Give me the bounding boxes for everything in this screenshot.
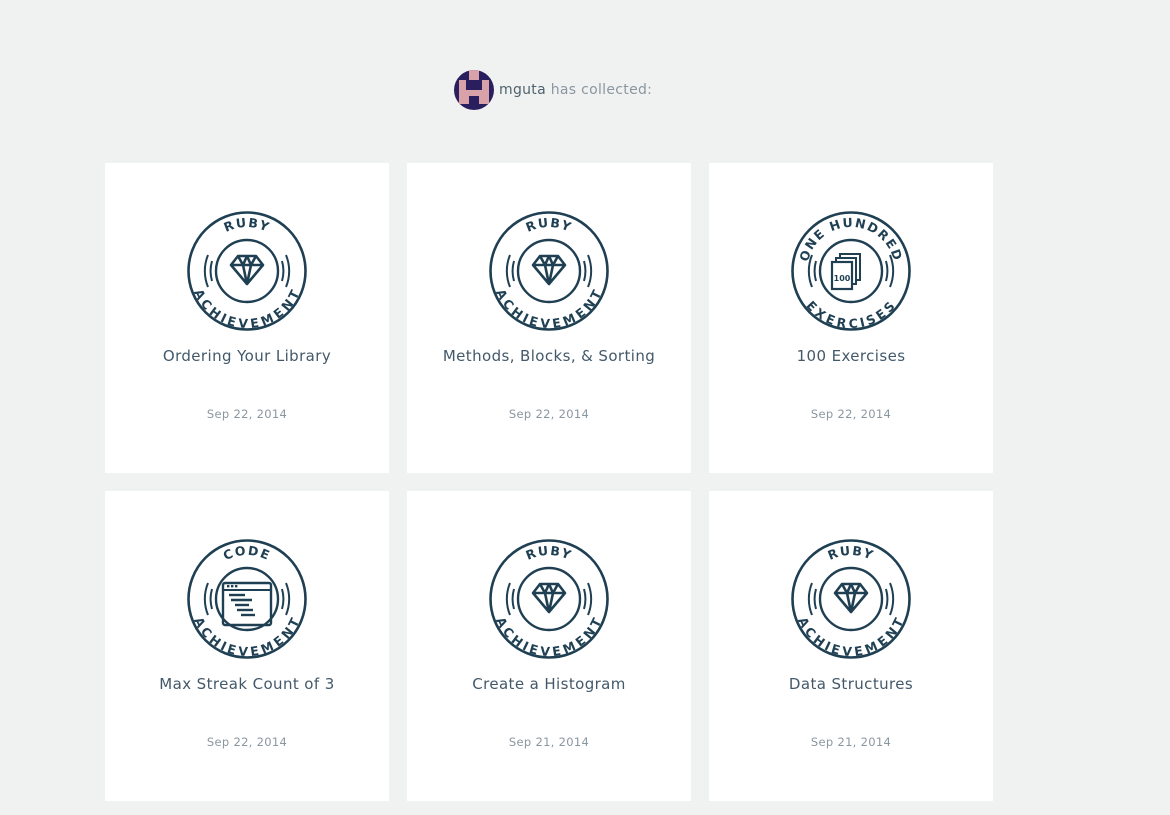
achievement-title: Max Streak Count of 3: [159, 675, 335, 693]
code-achievement-badge: CODE ACHIEVEMENT: [187, 539, 307, 659]
header-text: mguta has collected:: [499, 82, 652, 98]
badge-top-label: RUBY: [524, 215, 575, 235]
svg-text:100: 100: [834, 274, 851, 283]
avatar[interactable]: [454, 70, 494, 110]
achievement-card[interactable]: ONE HUNDRED EXERCISES 100 100 Exercises Se…: [709, 163, 993, 473]
achievement-date: Sep 22, 2014: [206, 407, 288, 421]
ruby-achievement-badge: RUBY ACHIEVEMENT: [791, 539, 911, 659]
ruby-gem-icon: [229, 254, 265, 286]
achievement-card[interactable]: RUBY ACHIEVEMENT Data Structures Sep 21, …: [709, 491, 993, 801]
badge-top-label: RUBY: [826, 543, 877, 563]
achievement-grid: RUBY ACHIEVEMENT Ordering Your Library Se…: [105, 163, 993, 801]
profile-header: mguta has collected:: [454, 70, 652, 110]
badge-bottom-label: ACHIEVEMENT: [191, 615, 303, 659]
badge-bottom-label: ACHIEVEMENT: [191, 287, 303, 331]
ruby-achievement-badge: RUBY ACHIEVEMENT: [489, 211, 609, 331]
achievement-date: Sep 21, 2014: [810, 735, 892, 749]
exercise-pages-icon: 100: [830, 253, 861, 291]
achievement-date: Sep 21, 2014: [508, 735, 590, 749]
achievement-title: Methods, Blocks, & Sorting: [442, 347, 656, 365]
ruby-gem-icon: [531, 582, 567, 614]
header-suffix: has collected:: [550, 82, 653, 98]
ruby-gem-icon: [833, 582, 869, 614]
achievement-title: Create a Histogram: [472, 675, 626, 693]
badge-bottom-label: ACHIEVEMENT: [493, 615, 605, 659]
badge-top-label: CODE: [221, 543, 273, 563]
achievement-card[interactable]: CODE ACHIEVEMENT Max Streak Count of 3 Se…: [105, 491, 389, 801]
achievement-title: 100 Exercises: [796, 347, 906, 365]
achievement-date: Sep 22, 2014: [508, 407, 590, 421]
achievement-card[interactable]: RUBY ACHIEVEMENT Create a Histogram Sep 2…: [407, 491, 691, 801]
one-hundred-exercises-badge: ONE HUNDREDEXERCISES100: [791, 211, 911, 331]
ruby-achievement-badge: RUBY ACHIEVEMENT: [187, 211, 307, 331]
achievement-date: Sep 22, 2014: [810, 407, 892, 421]
badge-bottom-label: ACHIEVEMENT: [795, 615, 907, 659]
achievement-card[interactable]: RUBY ACHIEVEMENT Methods, Blocks, & Sorti…: [407, 163, 691, 473]
code-window-icon: [221, 581, 273, 627]
achievement-title: Ordering Your Library: [162, 347, 332, 365]
achievement-card[interactable]: RUBY ACHIEVEMENT Ordering Your Library Se…: [105, 163, 389, 473]
badge-top-label: RUBY: [222, 215, 273, 235]
achievement-date: Sep 22, 2014: [206, 735, 288, 749]
badge-bottom-label: ACHIEVEMENT: [493, 287, 605, 331]
badge-top-label: RUBY: [524, 543, 575, 563]
username-link[interactable]: mguta: [499, 82, 546, 98]
ruby-gem-icon: [531, 254, 567, 286]
ruby-achievement-badge: RUBY ACHIEVEMENT: [489, 539, 609, 659]
achievement-title: Data Structures: [788, 675, 914, 693]
